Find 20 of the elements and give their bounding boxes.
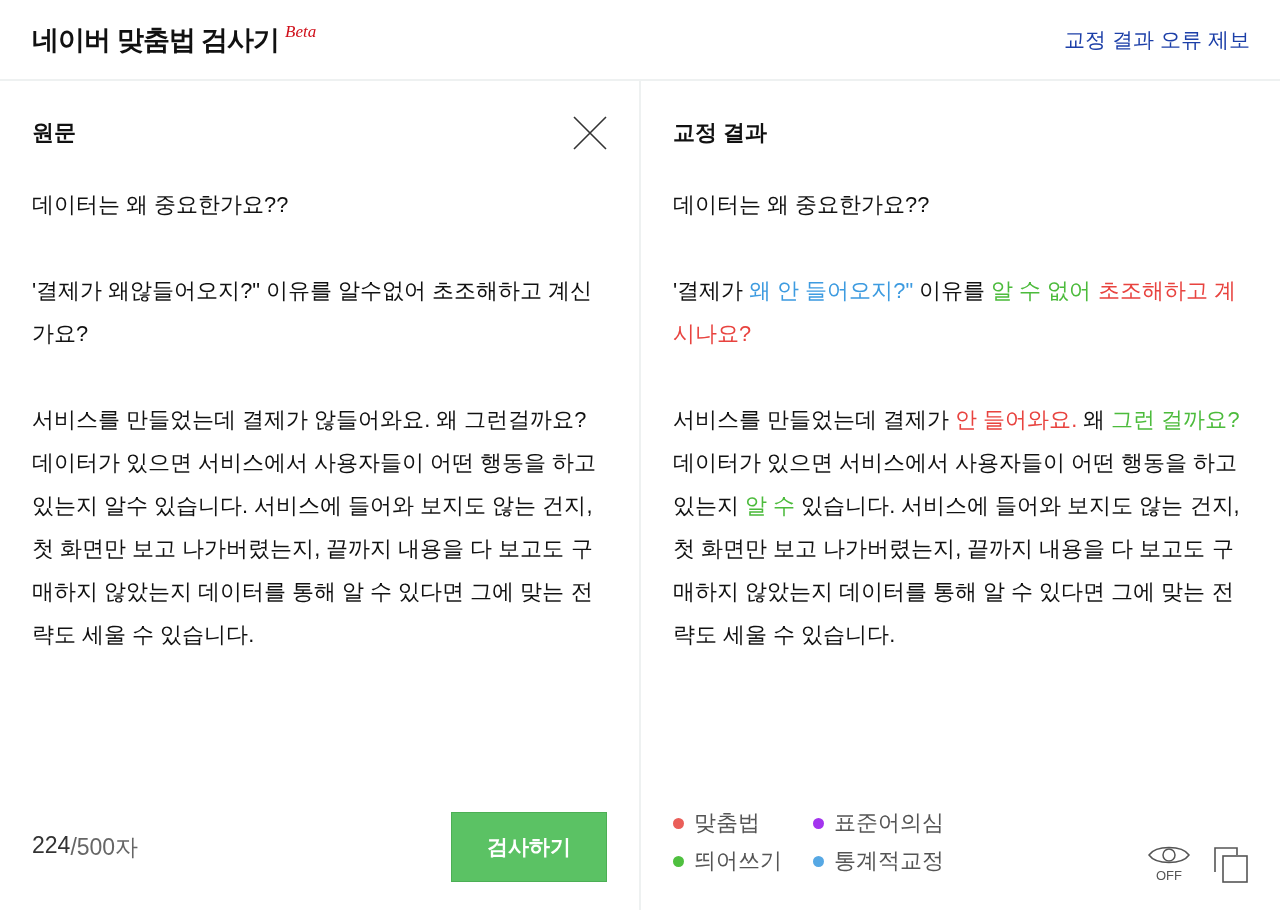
char-limit: /500자 (70, 832, 139, 862)
legend-label: 띄어쓰기 (694, 847, 782, 875)
view-toggle[interactable]: OFF (1148, 841, 1190, 883)
source-paragraph: '결제가 왜않들어오지?" 이유를 알수없어 초조해하고 계신가요? (32, 277, 594, 348)
app-title: 네이버 맞춤법 검사기 (32, 23, 279, 57)
result-paragraph: 서비스를 만들었는데 결제가 안 들어와요. 왜 그런 걸까요? 데이터가 있으면 서비스에서 사용자들이 어떤 행동을 하고 있는지 알 수 있습니다. 서비스에 들어와 보지도 않는 건지, 첫 화면만 보고 나가버렸는지, 끝까지 내용을 다 보고도 구매하지 않았는지 데이터를 통해 알 수 있다면 그에 맞는 전략도 세울 수 있습니다. (673, 406, 1240, 649)
legend-label: 표준어의심 (834, 809, 944, 837)
legend-label: 통계적교정 (834, 847, 944, 875)
result-paragraph: '결제가 왜 안 들어오지?" 이유를 알 수 없어 초조해하고 계시나요? (673, 277, 1237, 348)
char-count: 224 (32, 831, 71, 858)
source-paragraph: 서비스를 만들었는데 결제가 않들어와요. 왜 그런걸까요? 데이터가 있으면 서비스에서 사용자들이 어떤 행동을 하고 있는지 알수 있습니다. 서비스에 들어와 보지도 않는 건지, 첫 화면만 보고 나가버렸는지, 끝까지 내용을 다 보고도 구매하지 않았는지 데이터를 통해 알 수 있다면 그에 맞는 전략도 세울 수 있습니다. (32, 406, 598, 649)
panel-title: 교정 결과 (673, 119, 768, 147)
close-icon[interactable] (573, 116, 607, 150)
source-paragraph: 데이터는 왜 중요한가요?? (32, 191, 290, 219)
beta-label: Beta (285, 21, 317, 42)
result-paragraph: 데이터는 왜 중요한가요?? (673, 191, 931, 219)
copy-icon[interactable] (1214, 846, 1248, 883)
legend-label: 맞춤법 (694, 809, 760, 837)
panel-title: 원문 (32, 119, 76, 147)
report-link[interactable]: 교정 결과 오류 제보 (1064, 25, 1250, 54)
